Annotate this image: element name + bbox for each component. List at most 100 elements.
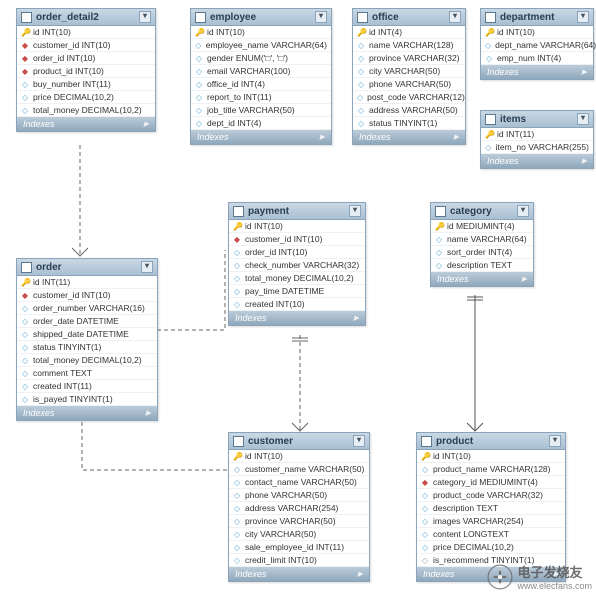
column-row[interactable]: ◇item_no VARCHAR(255) <box>481 141 593 154</box>
table-payment[interactable]: payment ▾ 🔑id INT(10)◆customer_id INT(10… <box>228 202 366 326</box>
column-row[interactable]: ◇pay_time DATETIME <box>229 285 365 298</box>
column-row[interactable]: 🔑id MEDIUMINT(4) <box>431 220 533 233</box>
indexes-row[interactable]: Indexes ▶ <box>481 154 593 168</box>
column-row[interactable]: ◇employee_name VARCHAR(64) <box>191 39 331 52</box>
collapse-icon[interactable]: ▾ <box>353 435 365 447</box>
column-row[interactable]: 🔑id INT(4) <box>353 26 465 39</box>
column-row[interactable]: ◇contact_name VARCHAR(50) <box>229 476 369 489</box>
column-row[interactable]: ◇product_code VARCHAR(32) <box>417 489 565 502</box>
column-row[interactable]: ◇province VARCHAR(50) <box>229 515 369 528</box>
column-row[interactable]: ◇order_id INT(10) <box>229 246 365 259</box>
column-row[interactable]: ◇check_number VARCHAR(32) <box>229 259 365 272</box>
column-row[interactable]: ◇content LONGTEXT <box>417 528 565 541</box>
table-header[interactable]: order ▾ <box>17 259 157 276</box>
column-row[interactable]: ◇post_code VARCHAR(12) <box>353 91 465 104</box>
table-header[interactable]: office ▾ <box>353 9 465 26</box>
collapse-icon[interactable]: ▾ <box>549 435 561 447</box>
column-row[interactable]: ◇total_money DECIMAL(10,2) <box>17 354 157 367</box>
table-product[interactable]: product ▾ 🔑id INT(10)◇product_name VARCH… <box>416 432 566 582</box>
column-row[interactable]: ◇job_title VARCHAR(50) <box>191 104 331 117</box>
collapse-icon[interactable]: ▾ <box>577 113 589 125</box>
table-department[interactable]: department ▾ 🔑id INT(10)◇dept_name VARCH… <box>480 8 594 80</box>
column-row[interactable]: ◇credit_limit INT(10) <box>229 554 369 567</box>
table-customer[interactable]: customer ▾ 🔑id INT(10)◇customer_name VAR… <box>228 432 370 582</box>
column-row[interactable]: ◆customer_id INT(10) <box>17 39 155 52</box>
table-employee[interactable]: employee ▾ 🔑id INT(10)◇employee_name VAR… <box>190 8 332 145</box>
column-row[interactable]: ◇order_date DATETIME <box>17 315 157 328</box>
column-row[interactable]: ◇created INT(10) <box>229 298 365 311</box>
column-row[interactable]: ◇price DECIMAL(10,2) <box>17 91 155 104</box>
indexes-row[interactable]: Indexes ▶ <box>17 117 155 131</box>
table-header[interactable]: payment ▾ <box>229 203 365 220</box>
column-row[interactable]: ◇office_id INT(4) <box>191 78 331 91</box>
column-row[interactable]: ◇total_money DECIMAL(10,2) <box>229 272 365 285</box>
table-items[interactable]: items ▾ 🔑id INT(11)◇item_no VARCHAR(255)… <box>480 110 594 169</box>
column-row[interactable]: ◆customer_id INT(10) <box>17 289 157 302</box>
column-row[interactable]: 🔑id INT(10) <box>417 450 565 463</box>
indexes-row[interactable]: Indexes ▶ <box>353 130 465 144</box>
column-row[interactable]: ◆product_id INT(10) <box>17 65 155 78</box>
table-header[interactable]: category ▾ <box>431 203 533 220</box>
indexes-row[interactable]: Indexes ▶ <box>17 406 157 420</box>
indexes-row[interactable]: Indexes ▶ <box>481 65 593 79</box>
column-row[interactable]: ◇sale_employee_id INT(11) <box>229 541 369 554</box>
column-row[interactable]: ◇emp_num INT(4) <box>481 52 593 65</box>
table-office[interactable]: office ▾ 🔑id INT(4)◇name VARCHAR(128)◇pr… <box>352 8 466 145</box>
table-order-detail2[interactable]: order_detail2 ▾ 🔑id INT(10)◆customer_id … <box>16 8 156 132</box>
column-row[interactable]: ◇city VARCHAR(50) <box>229 528 369 541</box>
table-header[interactable]: customer ▾ <box>229 433 369 450</box>
table-header[interactable]: items ▾ <box>481 111 593 128</box>
collapse-icon[interactable]: ▾ <box>139 11 151 23</box>
column-row[interactable]: ◇report_to INT(11) <box>191 91 331 104</box>
column-row[interactable]: ◇sort_order INT(4) <box>431 246 533 259</box>
column-row[interactable]: ◇shipped_date DATETIME <box>17 328 157 341</box>
column-row[interactable]: 🔑id INT(10) <box>17 26 155 39</box>
column-row[interactable]: ◇description TEXT <box>417 502 565 515</box>
collapse-icon[interactable]: ▾ <box>315 11 327 23</box>
table-header[interactable]: product ▾ <box>417 433 565 450</box>
column-row[interactable]: ◆category_id MEDIUMINT(4) <box>417 476 565 489</box>
indexes-row[interactable]: Indexes ▶ <box>191 130 331 144</box>
column-row[interactable]: ◇comment TEXT <box>17 367 157 380</box>
column-row[interactable]: ◇dept_name VARCHAR(64) <box>481 39 593 52</box>
column-row[interactable]: 🔑id INT(10) <box>229 450 369 463</box>
column-row[interactable]: ◇province VARCHAR(32) <box>353 52 465 65</box>
column-row[interactable]: ◇price DECIMAL(10,2) <box>417 541 565 554</box>
table-category[interactable]: category ▾ 🔑id MEDIUMINT(4)◇name VARCHAR… <box>430 202 534 287</box>
column-row[interactable]: ◇city VARCHAR(50) <box>353 65 465 78</box>
column-row[interactable]: ◆order_id INT(10) <box>17 52 155 65</box>
column-row[interactable]: 🔑id INT(11) <box>17 276 157 289</box>
column-row[interactable]: ◇description TEXT <box>431 259 533 272</box>
column-row[interactable]: 🔑id INT(11) <box>481 128 593 141</box>
column-row[interactable]: ◇dept_id INT(4) <box>191 117 331 130</box>
column-row[interactable]: ◇product_name VARCHAR(128) <box>417 463 565 476</box>
column-row[interactable]: ◇created INT(11) <box>17 380 157 393</box>
collapse-icon[interactable]: ▾ <box>449 11 461 23</box>
column-row[interactable]: ◇buy_number INT(11) <box>17 78 155 91</box>
column-row[interactable]: 🔑id INT(10) <box>191 26 331 39</box>
column-row[interactable]: ◇customer_name VARCHAR(50) <box>229 463 369 476</box>
indexes-row[interactable]: Indexes ▶ <box>431 272 533 286</box>
column-row[interactable]: ◇status TINYINT(1) <box>353 117 465 130</box>
column-row[interactable]: ◇name VARCHAR(64) <box>431 233 533 246</box>
column-row[interactable]: ◇phone VARCHAR(50) <box>353 78 465 91</box>
column-row[interactable]: ◇address VARCHAR(254) <box>229 502 369 515</box>
table-header[interactable]: employee ▾ <box>191 9 331 26</box>
column-row[interactable]: ◇images VARCHAR(254) <box>417 515 565 528</box>
column-row[interactable]: 🔑id INT(10) <box>481 26 593 39</box>
column-row[interactable]: ◇name VARCHAR(128) <box>353 39 465 52</box>
table-header[interactable]: department ▾ <box>481 9 593 26</box>
column-row[interactable]: ◇gender ENUM('□', '□') <box>191 52 331 65</box>
collapse-icon[interactable]: ▾ <box>577 11 589 23</box>
column-row[interactable]: 🔑id INT(10) <box>229 220 365 233</box>
collapse-icon[interactable]: ▾ <box>517 205 529 217</box>
column-row[interactable]: ◇status TINYINT(1) <box>17 341 157 354</box>
collapse-icon[interactable]: ▾ <box>349 205 361 217</box>
column-row[interactable]: ◇email VARCHAR(100) <box>191 65 331 78</box>
column-row[interactable]: ◇order_number VARCHAR(16) <box>17 302 157 315</box>
indexes-row[interactable]: Indexes ▶ <box>229 311 365 325</box>
collapse-icon[interactable]: ▾ <box>141 261 153 273</box>
table-order[interactable]: order ▾ 🔑id INT(11)◆customer_id INT(10)◇… <box>16 258 158 421</box>
column-row[interactable]: ◆customer_id INT(10) <box>229 233 365 246</box>
column-row[interactable]: ◇phone VARCHAR(50) <box>229 489 369 502</box>
